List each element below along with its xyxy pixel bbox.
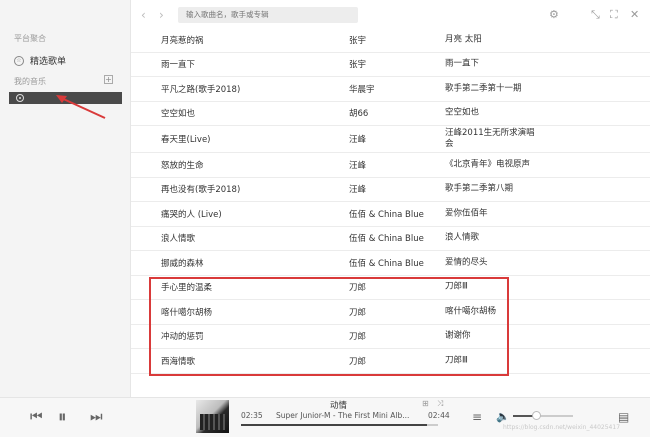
song-album[interactable]: 月亮 太阳 <box>445 34 482 45</box>
song-artist[interactable]: 张宇 <box>349 34 366 46</box>
song-album[interactable]: 浪人情歌 <box>445 233 479 244</box>
back-icon[interactable]: ‹ <box>141 8 146 22</box>
song-artist[interactable]: 伍佰 & China Blue <box>349 232 424 244</box>
table-row[interactable]: 痛哭的人 (Live) 伍佰 & China Blue 爱你伍佰年 <box>131 202 650 227</box>
volume-handle[interactable] <box>532 411 541 420</box>
song-album[interactable]: 《北京青年》电视原声 <box>445 159 530 170</box>
table-row[interactable]: 空空如也 胡66 空空如也 <box>131 102 650 126</box>
song-title: 空空如也 <box>161 109 196 120</box>
forward-icon[interactable]: › <box>159 8 164 22</box>
song-album[interactable]: 汪峰2011生无所求演唱会 <box>445 128 535 150</box>
song-artist[interactable]: 汪峰 <box>349 183 366 195</box>
sidebar: 平台聚合 ☆ 精选歌单 我的音乐 + <box>0 0 131 397</box>
song-title: 再也没有(歌手2018) <box>161 185 241 196</box>
sidebar-item-label: 精选歌单 <box>30 57 67 67</box>
highlight-box <box>149 277 509 376</box>
previous-icon[interactable]: ⏮ <box>30 409 43 425</box>
song-artist[interactable]: 伍佰 & China Blue <box>349 257 424 269</box>
now-playing-subtitle: Super Junior-M - The First Mini Alb... <box>276 411 410 420</box>
pause-icon[interactable]: ⏸ <box>58 407 67 427</box>
song-artist[interactable]: 张宇 <box>349 58 366 70</box>
disc-icon <box>16 94 24 102</box>
star-icon: ☆ <box>14 55 24 66</box>
progress-fill <box>241 424 428 426</box>
song-artist[interactable]: 汪峰 <box>349 159 366 171</box>
table-row[interactable]: 平凡之路(歌手2018) 华晨宇 歌手第二季第十一期 <box>131 77 650 102</box>
song-title: 平凡之路(歌手2018) <box>161 84 241 95</box>
time-current: 02:35 <box>241 411 263 420</box>
now-playing-title: 动情 <box>330 401 348 411</box>
add-playlist-icon[interactable]: + <box>104 75 113 84</box>
maximize-icon[interactable]: ⛶ <box>610 8 618 22</box>
table-row[interactable]: 春天里(Live) 汪峰 汪峰2011生无所求演唱会 <box>131 126 650 153</box>
volume-icon[interactable]: 🔈 <box>496 410 510 423</box>
song-album[interactable]: 歌手第二季第八期 <box>445 184 513 195</box>
time-total: 02:44 <box>428 411 450 420</box>
table-row[interactable]: 月亮惹的祸 张宇 月亮 太阳 <box>131 28 650 53</box>
song-title: 痛哭的人 (Live) <box>161 209 222 220</box>
song-album[interactable]: 歌手第二季第十一期 <box>445 83 522 94</box>
song-album[interactable]: 爱情的尽头 <box>445 257 488 268</box>
song-title: 浪人情歌 <box>161 234 196 245</box>
volume-slider[interactable] <box>513 415 573 417</box>
song-album[interactable]: 空空如也 <box>445 108 479 119</box>
album-cover[interactable] <box>196 400 229 433</box>
song-album[interactable]: 爱你伍佰年 <box>445 208 488 219</box>
song-artist[interactable]: 胡66 <box>349 107 368 119</box>
table-row[interactable]: 雨一直下 张宇 雨一直下 <box>131 53 650 77</box>
section-my-music: 我的音乐 <box>14 77 46 86</box>
song-artist[interactable]: 华晨宇 <box>349 83 375 95</box>
shrink-icon[interactable]: ⤡ <box>591 8 600 22</box>
volume-fill <box>513 415 534 417</box>
add-to-playlist-icon[interactable]: ⊞ <box>422 399 429 408</box>
annotation-arrow <box>56 95 106 119</box>
table-row[interactable]: 再也没有(歌手2018) 汪峰 歌手第二季第八期 <box>131 178 650 202</box>
song-album[interactable]: 雨一直下 <box>445 59 479 70</box>
progress-bar[interactable] <box>241 424 438 426</box>
song-title: 春天里(Live) <box>161 135 211 145</box>
song-title: 挪威的森林 <box>161 258 204 269</box>
settings-icon[interactable]: ⚙ <box>549 8 559 21</box>
watermark: https://blog.csdn.net/weixin_44025417 <box>503 424 621 431</box>
song-artist[interactable]: 伍佰 & China Blue <box>349 208 424 220</box>
table-row[interactable]: 浪人情歌 伍佰 & China Blue 浪人情歌 <box>131 227 650 251</box>
section-platform: 平台聚合 <box>14 34 46 43</box>
playlist-icon[interactable]: ≡ <box>472 410 482 424</box>
song-title: 怒放的生命 <box>161 160 204 171</box>
song-title: 月亮惹的祸 <box>161 35 204 46</box>
next-icon[interactable]: ⏭ <box>90 409 103 425</box>
song-artist[interactable]: 汪峰 <box>349 133 366 145</box>
table-row[interactable]: 怒放的生命 汪峰 《北京青年》电视原声 <box>131 153 650 178</box>
sidebar-item-featured[interactable]: ☆ 精选歌单 <box>14 54 66 67</box>
lyrics-icon[interactable]: ▤ <box>618 410 629 424</box>
table-row[interactable]: 挪威的森林 伍佰 & China Blue 爱情的尽头 <box>131 251 650 276</box>
search-input[interactable] <box>178 7 358 23</box>
close-icon[interactable]: ✕ <box>630 8 639 21</box>
shuffle-icon[interactable]: ⤨ <box>437 399 443 409</box>
song-title: 雨一直下 <box>161 60 196 71</box>
top-bar: ‹ › ⚙ ⤡ ⛶ ✕ <box>131 0 650 31</box>
